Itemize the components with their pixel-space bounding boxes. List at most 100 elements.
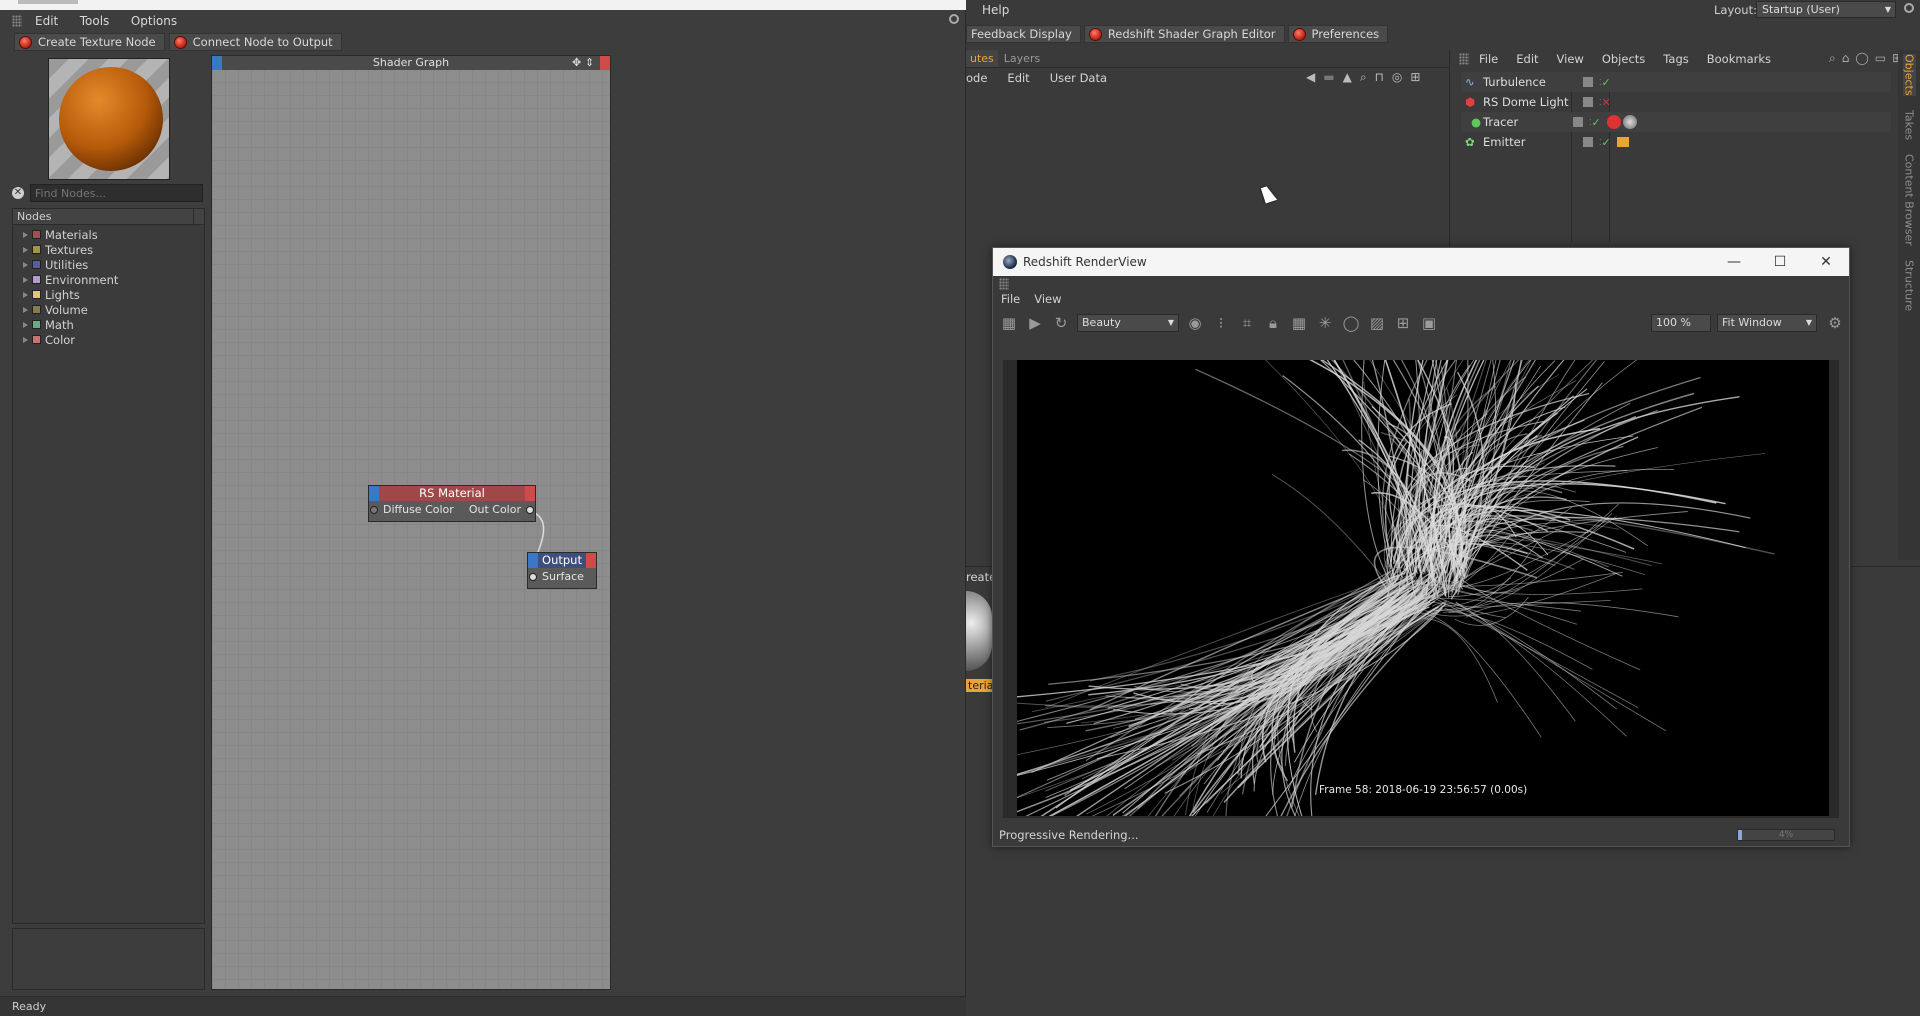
side-tab-content-browser[interactable]: Content Browser [1903, 154, 1916, 246]
side-tab-takes[interactable]: Takes [1903, 110, 1916, 140]
expand-arrow-icon[interactable] [23, 291, 28, 298]
new-panel-icon[interactable]: ⊞ [1410, 70, 1420, 85]
expand-arrow-icon[interactable] [23, 321, 28, 328]
image-icon[interactable]: ▨ [1367, 313, 1387, 333]
pointer-up-icon[interactable]: ▲ [1343, 70, 1352, 85]
enabled-check-icon[interactable]: ✓ [1602, 136, 1611, 149]
menu-file[interactable]: File [1001, 290, 1020, 308]
home-icon[interactable]: ⌂ [1842, 51, 1850, 66]
add-snapshot-icon[interactable]: ⊞ [1393, 313, 1413, 333]
diffuse-color-port[interactable] [370, 506, 378, 514]
search-icon[interactable] [949, 14, 959, 24]
play-icon[interactable]: ▶ [1025, 313, 1045, 333]
expand-arrow-icon[interactable] [23, 276, 28, 283]
node-category-materials[interactable]: Materials [23, 227, 204, 242]
redshift-tag-icon[interactable] [1606, 115, 1621, 129]
grid-icon[interactable]: ▦ [1289, 313, 1309, 333]
node-category-math[interactable]: Math [23, 317, 204, 332]
clear-search-icon[interactable]: ✕ [12, 187, 24, 199]
tab-shader-graph-editor[interactable]: Redshift Shader Graph Editor [1083, 25, 1285, 43]
surface-port[interactable] [529, 573, 537, 581]
material-thumbnail[interactable] [966, 591, 992, 671]
fit-select[interactable]: Fit Window ▼ [1717, 314, 1817, 332]
expand-arrow-icon[interactable] [23, 246, 28, 253]
gear-icon[interactable]: ⚙ [1825, 313, 1845, 333]
minimize-button[interactable]: — [1711, 248, 1757, 276]
object-row-emitter[interactable]: ✿ Emitter ⁚ ✓ [1461, 132, 1891, 152]
menu-objects[interactable]: Objects [1602, 52, 1645, 66]
layer-icon[interactable] [1583, 97, 1593, 107]
menu-mode[interactable]: ode [966, 68, 987, 88]
picture-viewer-icon[interactable]: ▣ [1419, 313, 1439, 333]
target-icon[interactable]: ◎ [1392, 70, 1402, 85]
refresh-icon[interactable]: ↻ [1051, 313, 1071, 333]
filter-icon[interactable]: ◯ [1855, 51, 1868, 66]
freeze-icon[interactable]: ✳ [1315, 313, 1335, 333]
object-row-rs-dome-light[interactable]: ⬢ RS Dome Light ⁚ ✕ [1461, 92, 1891, 112]
menu-view[interactable]: View [1034, 290, 1061, 308]
node-category-utilities[interactable]: Utilities [23, 257, 204, 272]
create-texture-node-button[interactable]: Create Texture Node [14, 33, 165, 51]
node-category-volume[interactable]: Volume [23, 302, 204, 317]
rs-material-node[interactable]: RS Material Diffuse Color Out Color [368, 485, 536, 522]
forward-arrow-icon[interactable]: ▬ [1323, 70, 1334, 85]
node-category-color[interactable]: Color [23, 332, 204, 347]
lock-icon[interactable]: 🔒︎ [1263, 313, 1283, 333]
search-icon[interactable] [1904, 3, 1914, 13]
menu-user-data[interactable]: User Data [1050, 68, 1107, 88]
menu-file[interactable]: File [1479, 52, 1498, 66]
maximize-button[interactable]: ☐ [1757, 248, 1803, 276]
rgb-channel-icon[interactable]: ◉ [1185, 313, 1205, 333]
side-tab-objects[interactable]: Objects [1902, 54, 1916, 96]
side-tab-structure[interactable]: Structure [1903, 260, 1916, 311]
expand-arrow-icon[interactable] [23, 231, 28, 238]
back-arrow-icon[interactable]: ◀ [1306, 70, 1315, 85]
menu-view[interactable]: View [1557, 52, 1584, 66]
tab-attributes[interactable]: utes [966, 50, 998, 67]
layer-icon[interactable] [1583, 137, 1593, 147]
emitter-tag-icon[interactable] [1616, 137, 1629, 147]
circle-icon[interactable]: ◯ [1341, 313, 1361, 333]
lock-icon[interactable]: ⊓ [1375, 70, 1384, 85]
object-row-tracer[interactable]: ● Tracer ⁚ ✓ [1461, 112, 1891, 132]
connect-node-output-button[interactable]: Connect Node to Output [168, 33, 342, 51]
disabled-cross-icon[interactable]: ✕ [1602, 96, 1611, 109]
expand-arrow-icon[interactable] [23, 336, 28, 343]
enabled-check-icon[interactable]: ✓ [1592, 116, 1601, 129]
menu-tags[interactable]: Tags [1663, 52, 1688, 66]
search-icon[interactable]: ⌕ [1829, 51, 1836, 66]
menu-edit[interactable]: Edit [26, 14, 67, 28]
crop-icon[interactable]: ⌗ [1237, 313, 1257, 333]
menu-edit[interactable]: Edit [1516, 52, 1538, 66]
menu-tools[interactable]: Tools [71, 14, 119, 28]
expand-arrow-icon[interactable] [23, 306, 28, 313]
tab-feedback-display[interactable]: Feedback Display [966, 25, 1081, 43]
clapper-icon[interactable]: ▦ [999, 313, 1019, 333]
expand-arrow-icon[interactable] [23, 261, 28, 268]
close-button[interactable]: ✕ [1803, 248, 1849, 276]
node-category-environment[interactable]: Environment [23, 272, 204, 287]
out-color-port[interactable] [526, 506, 534, 514]
render-viewport[interactable]: Frame 58: 2018-06-19 23:56:57 (0.00s) [1003, 360, 1839, 818]
menu-edit[interactable]: Edit [1007, 68, 1029, 88]
menu-bookmarks[interactable]: Bookmarks [1707, 52, 1771, 66]
zoom-field[interactable]: 100 % [1651, 314, 1711, 332]
menu-help[interactable]: Help [982, 3, 1009, 17]
node-category-lights[interactable]: Lights [23, 287, 204, 302]
layout-select[interactable]: Startup (User) ▼ [1756, 1, 1896, 18]
menu-options[interactable]: Options [122, 14, 186, 28]
magnifier-icon[interactable]: ⌕ [1360, 70, 1367, 85]
layer-icon[interactable] [1573, 117, 1583, 127]
minimize-icon[interactable]: ▭ [1875, 51, 1886, 66]
tab-preferences[interactable]: Preferences [1287, 25, 1389, 43]
output-node[interactable]: Output Surface [527, 552, 597, 589]
node-category-textures[interactable]: Textures [23, 242, 204, 257]
find-nodes-input[interactable] [30, 184, 203, 202]
region-icon[interactable]: ⁝ [1211, 313, 1231, 333]
enabled-check-icon[interactable]: ✓ [1602, 76, 1611, 89]
layer-icon[interactable] [1583, 77, 1593, 87]
tab-layers[interactable]: Layers [998, 50, 1046, 67]
aov-select[interactable]: Beauty ▼ [1077, 314, 1179, 332]
object-row-turbulence[interactable]: ∿ Turbulence ⁚ ✓ [1461, 72, 1891, 92]
shader-graph-canvas[interactable]: Shader Graph ✥ ⇕ RS Material Diffuse Col… [211, 55, 611, 990]
